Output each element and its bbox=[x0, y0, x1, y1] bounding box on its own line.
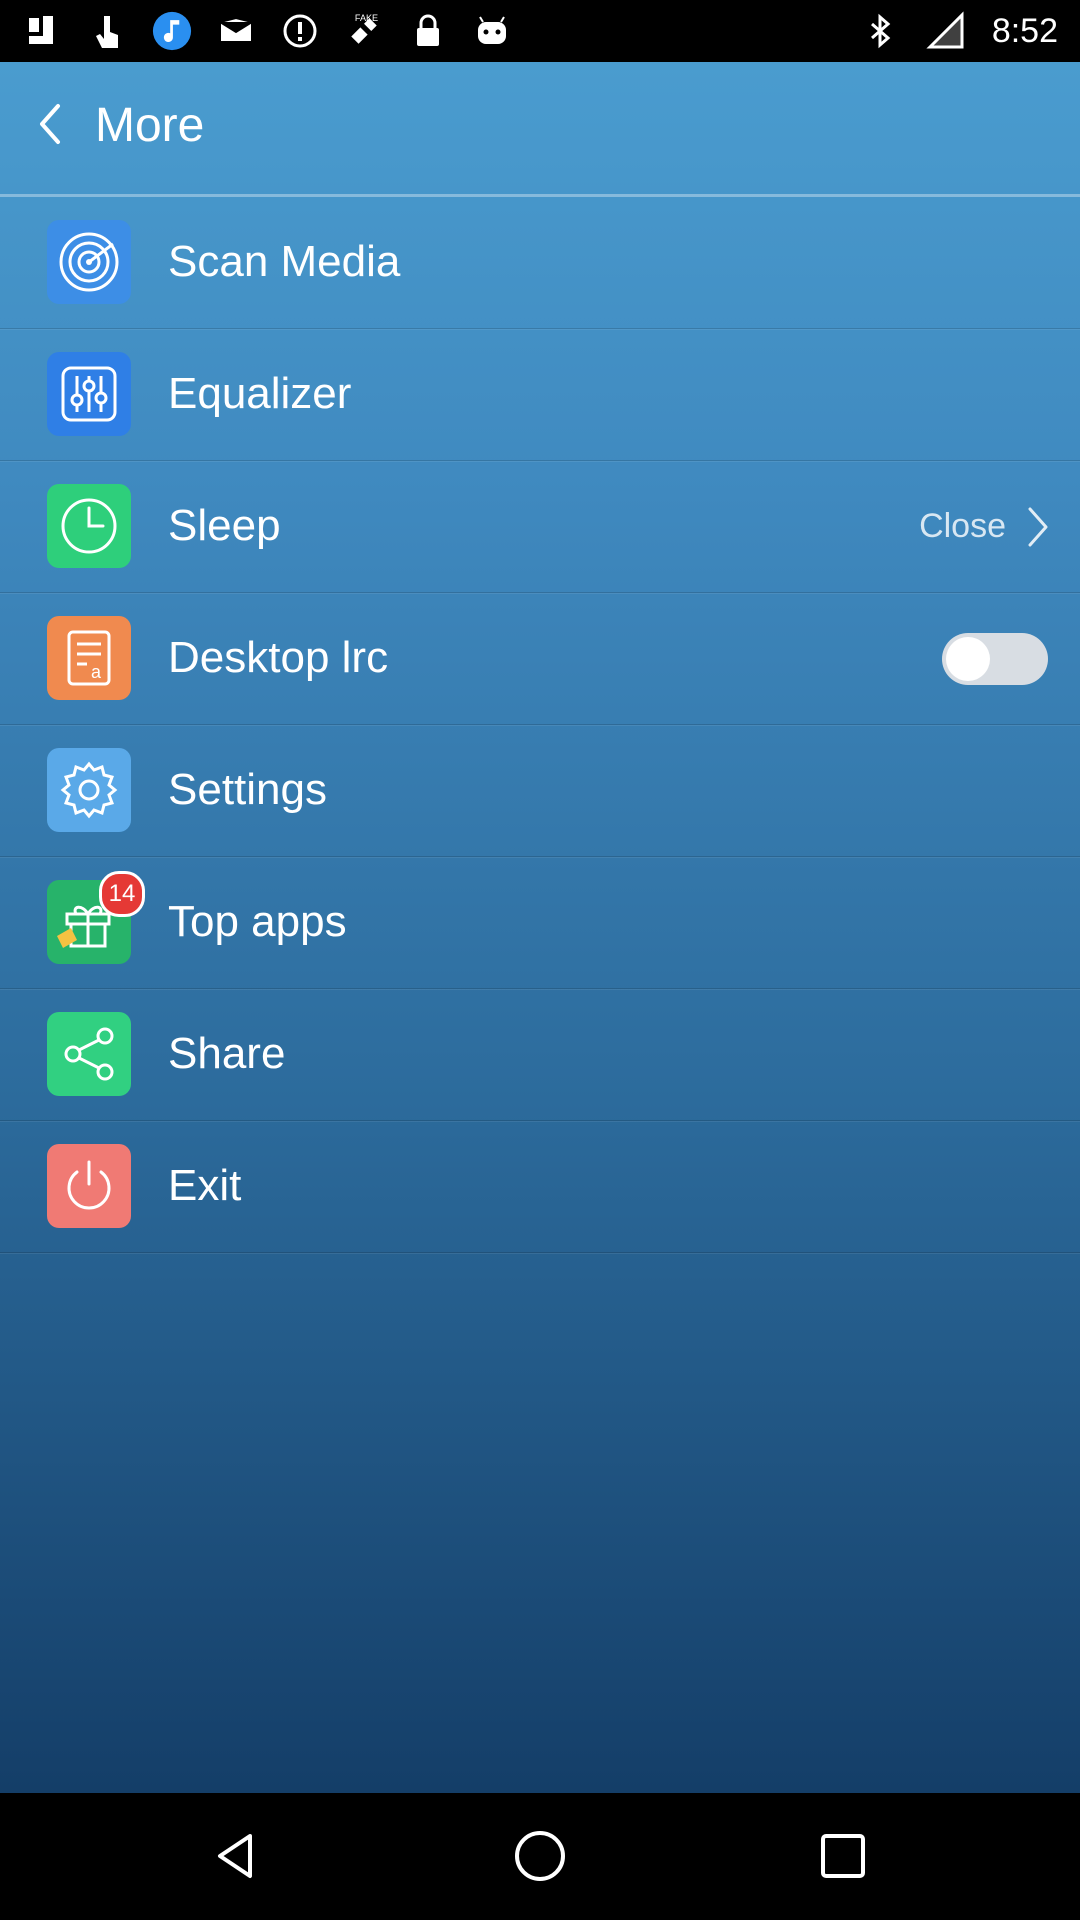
square-recents-icon bbox=[821, 1834, 865, 1878]
photos-icon bbox=[24, 11, 64, 51]
app-header: More bbox=[0, 62, 1080, 197]
menu-list: Scan Media Equalizer Sleep Close a Deskt… bbox=[0, 197, 1080, 1253]
lyrics-doc-icon: a bbox=[47, 616, 131, 700]
menu-item-sleep[interactable]: Sleep Close bbox=[0, 461, 1080, 593]
svg-text:a: a bbox=[91, 662, 102, 682]
back-button[interactable] bbox=[22, 96, 78, 152]
triangle-back-icon bbox=[218, 1834, 252, 1878]
menu-item-settings[interactable]: Settings bbox=[0, 725, 1080, 857]
lock-icon bbox=[408, 11, 448, 51]
share-icon bbox=[47, 1012, 131, 1096]
menu-item-label: Exit bbox=[168, 1161, 242, 1210]
menu-item-label: Equalizer bbox=[168, 369, 352, 418]
menu-item-label: Share bbox=[168, 1029, 286, 1078]
sliders-icon bbox=[47, 352, 131, 436]
circle-home-icon bbox=[515, 1831, 565, 1881]
menu-item-share[interactable]: Share bbox=[0, 989, 1080, 1121]
radar-icon bbox=[47, 220, 131, 304]
status-bar-notifications: FAKE bbox=[24, 8, 512, 54]
clock-time: 8:52 bbox=[991, 11, 1058, 50]
menu-item-top-apps[interactable]: 14 Top apps bbox=[0, 857, 1080, 989]
menu-item-exit[interactable]: Exit bbox=[0, 1121, 1080, 1253]
sleep-timer-value: Close bbox=[919, 507, 1006, 545]
hand-pointer-icon bbox=[88, 11, 128, 51]
page-title: More bbox=[95, 99, 205, 152]
menu-item-equalizer[interactable]: Equalizer bbox=[0, 329, 1080, 461]
menu-item-label: Sleep bbox=[168, 501, 281, 550]
chevron-left-icon bbox=[40, 104, 60, 144]
chevron-right-icon bbox=[1028, 507, 1048, 547]
menu-item-label: Desktop lrc bbox=[168, 633, 389, 682]
nav-back-button[interactable] bbox=[201, 1821, 271, 1891]
nav-home-button[interactable] bbox=[505, 1821, 575, 1891]
power-icon bbox=[47, 1144, 131, 1228]
menu-item-scan-media[interactable]: Scan Media bbox=[0, 197, 1080, 329]
status-bar-system: 8:52 bbox=[860, 8, 1058, 54]
toggle-knob bbox=[946, 637, 990, 681]
menu-item-label: Scan Media bbox=[168, 237, 401, 286]
menu-item-label: Top apps bbox=[168, 897, 347, 946]
desktop-lrc-toggle[interactable] bbox=[942, 633, 1048, 685]
menu-item-desktop-lrc[interactable]: a Desktop lrc bbox=[0, 593, 1080, 725]
gear-icon bbox=[47, 748, 131, 832]
bluetooth-icon bbox=[860, 11, 900, 51]
clock-icon bbox=[47, 484, 131, 568]
notification-badge: 14 bbox=[99, 871, 145, 917]
no-signal-icon bbox=[926, 11, 966, 51]
inbox-icon bbox=[216, 11, 256, 51]
menu-item-label: Settings bbox=[168, 765, 327, 814]
status-bar: FAKE 8:52 bbox=[0, 0, 1080, 62]
nav-recents-button[interactable] bbox=[808, 1821, 878, 1891]
navigation-bar bbox=[0, 1793, 1080, 1920]
more-screen: More Scan Media Equalizer Sleep Close a … bbox=[0, 62, 1080, 1793]
music-note-icon bbox=[152, 11, 192, 51]
android-icon bbox=[472, 11, 512, 51]
fake-gps-icon: FAKE bbox=[344, 11, 384, 51]
alert-icon bbox=[280, 11, 320, 51]
